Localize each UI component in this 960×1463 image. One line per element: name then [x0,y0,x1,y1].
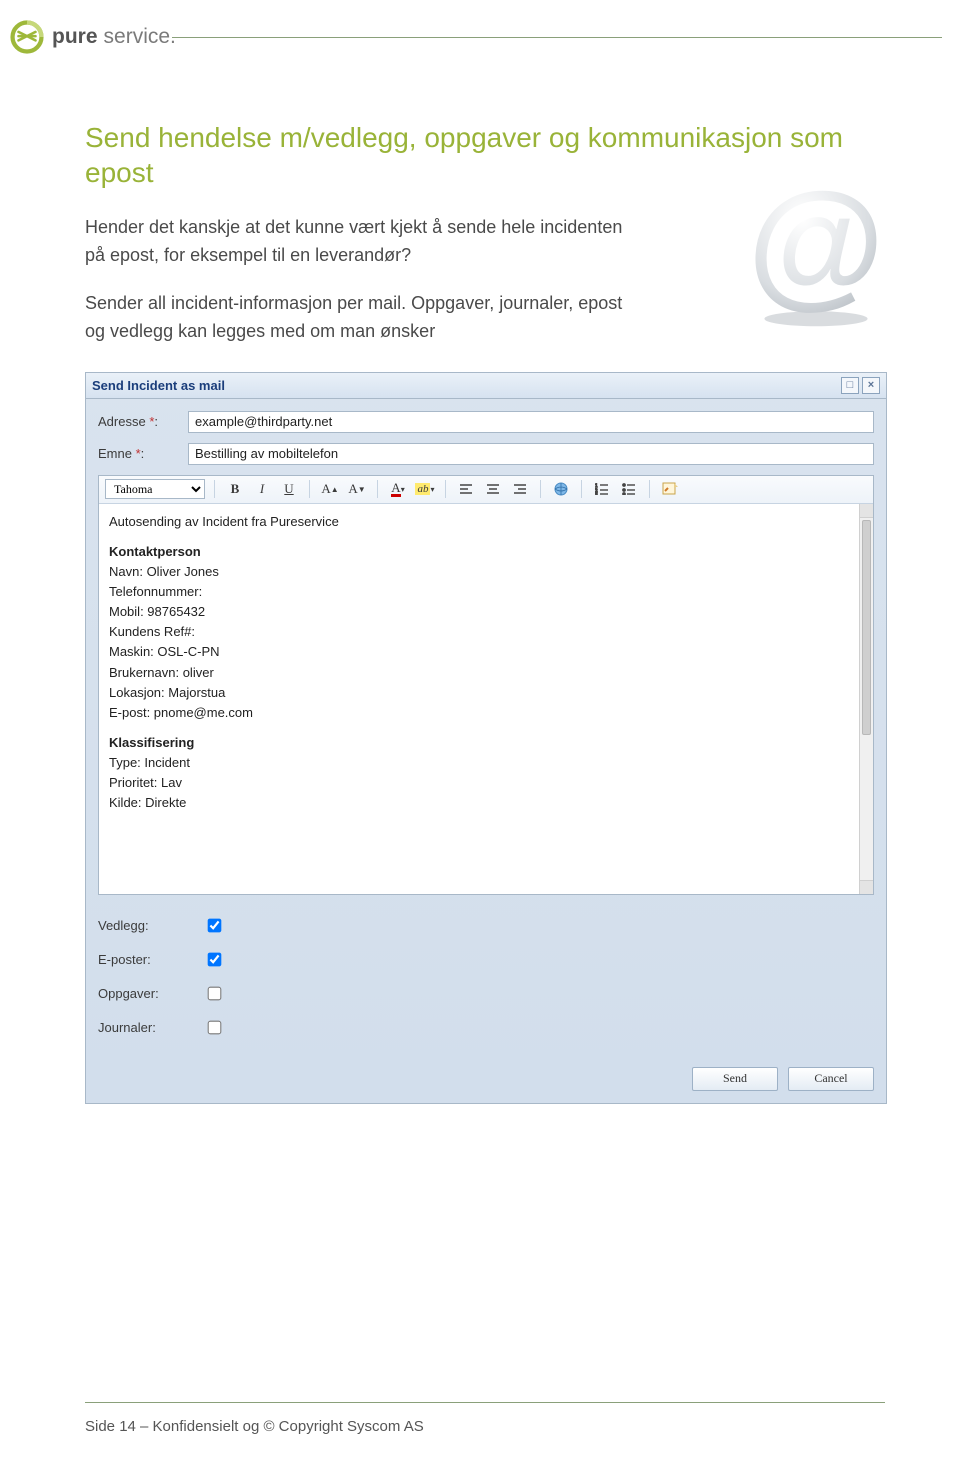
document-header: pure service. [0,20,960,60]
address-label: Adresse *: [98,414,188,429]
colon: : [141,446,145,461]
toolbar-separator [445,480,446,498]
window-titlebar: Send Incident as mail □ × [86,373,886,399]
highlight-button[interactable]: ab▾ [414,479,436,499]
tasks-row: Oppgaver: [98,977,874,1011]
header-divider [172,37,942,38]
body-intro: Autosending av Incident fra Pureservice [109,514,339,529]
editor-content[interactable]: Autosending av Incident fra Pureservice … [99,504,873,822]
editor-toolbar: Tahoma B I U A▲ A▼ A▾ ab▾ [99,476,873,504]
editor-body[interactable]: Autosending av Incident fra Pureservice … [99,504,873,894]
body-line: Brukernavn: oliver [109,665,214,680]
scroll-down-icon[interactable] [860,880,873,894]
form-area: Adresse *: Emne *: Tahoma B I U [86,399,886,895]
insert-link-button[interactable] [550,479,572,499]
journals-checkbox[interactable] [208,1021,222,1035]
toolbar-separator [649,480,650,498]
window-title: Send Incident as mail [92,378,838,393]
button-row: Send Cancel [86,1045,886,1103]
rich-text-editor: Tahoma B I U A▲ A▼ A▾ ab▾ [98,475,874,895]
subject-row: Emne *: [98,443,874,465]
toolbar-separator [377,480,378,498]
toolbar-separator [214,480,215,498]
body-line: Mobil: 98765432 [109,604,205,619]
body-line: Type: Incident [109,755,190,770]
increase-font-button[interactable]: A▲ [319,479,341,499]
attachments-row: Vedlegg: [98,909,874,943]
ordered-list-button[interactable]: 123 [591,479,613,499]
brand-text-1: pure [52,25,98,49]
italic-button[interactable]: I [251,479,273,499]
journals-row: Journaler: [98,1011,874,1045]
toolbar-separator [540,480,541,498]
scroll-thumb[interactable] [862,520,871,736]
unordered-list-button[interactable] [618,479,640,499]
decrease-font-button[interactable]: A▼ [346,479,368,499]
body-line: Lokasjon: Majorstua [109,685,225,700]
subject-input[interactable] [188,443,874,465]
tasks-label: Oppgaver: [98,986,208,1001]
align-left-button[interactable] [455,479,477,499]
emails-checkbox[interactable] [208,953,222,967]
body-line: E-post: pnome@me.com [109,705,253,720]
maximize-icon[interactable]: □ [841,377,859,394]
body-line: Telefonnummer: [109,584,202,599]
align-center-button[interactable] [482,479,504,499]
brand-text: pure service. [52,25,176,49]
align-right-button[interactable] [509,479,531,499]
at-symbol-graphic: @ [741,180,891,330]
scroll-track [860,737,873,879]
font-family-select[interactable]: Tahoma [105,479,205,499]
attachments-label: Vedlegg: [98,918,208,933]
scroll-up-icon[interactable] [860,504,873,518]
address-input[interactable] [188,411,874,433]
toolbar-separator [581,480,582,498]
attachments-checkbox[interactable] [208,919,222,933]
svg-text:3: 3 [595,493,598,495]
brand-text-2: service. [104,25,176,49]
address-row: Adresse *: [98,411,874,433]
cancel-button[interactable]: Cancel [788,1067,874,1091]
address-label-text: Adresse [98,414,146,429]
body-line: Prioritet: Lav [109,775,182,790]
subject-label: Emne *: [98,446,188,461]
body-line: Navn: Oliver Jones [109,564,219,579]
send-incident-window: Send Incident as mail □ × Adresse *: Emn… [85,372,887,1104]
check-rows: Vedlegg: E-poster: Oppgaver: Journaler: [86,895,886,1045]
footer-divider [85,1402,885,1403]
colon: : [154,414,158,429]
body-line: Kilde: Direkte [109,795,186,810]
brand-logo: pure service. [10,20,176,54]
svg-text:@: @ [747,180,884,321]
body-line: Maskin: OSL-C-PN [109,644,220,659]
document-body: Send hendelse m/vedlegg, oppgaver og kom… [85,120,885,1104]
journals-label: Journaler: [98,1020,208,1035]
underline-button[interactable]: U [278,479,300,499]
font-color-button[interactable]: A▾ [387,479,409,499]
edit-html-button[interactable] [659,479,681,499]
emails-label: E-poster: [98,952,208,967]
subject-label-text: Emne [98,446,132,461]
editor-scrollbar[interactable] [859,504,873,894]
send-button[interactable]: Send [692,1067,778,1091]
paragraph-2: Sender all incident-informasjon per mail… [85,290,645,346]
brand-logo-icon [10,20,44,54]
emails-row: E-poster: [98,943,874,977]
body-heading-classification: Klassifisering [109,733,863,753]
tasks-checkbox[interactable] [208,987,222,1001]
body-heading-contact: Kontaktperson [109,542,863,562]
close-icon[interactable]: × [862,377,880,394]
body-line: Kundens Ref#: [109,624,195,639]
footer-text: Side 14 – Konfidensielt og © Copyright S… [85,1418,424,1435]
bold-button[interactable]: B [224,479,246,499]
toolbar-separator [309,480,310,498]
paragraph-1: Hender det kanskje at det kunne vært kje… [85,214,645,270]
